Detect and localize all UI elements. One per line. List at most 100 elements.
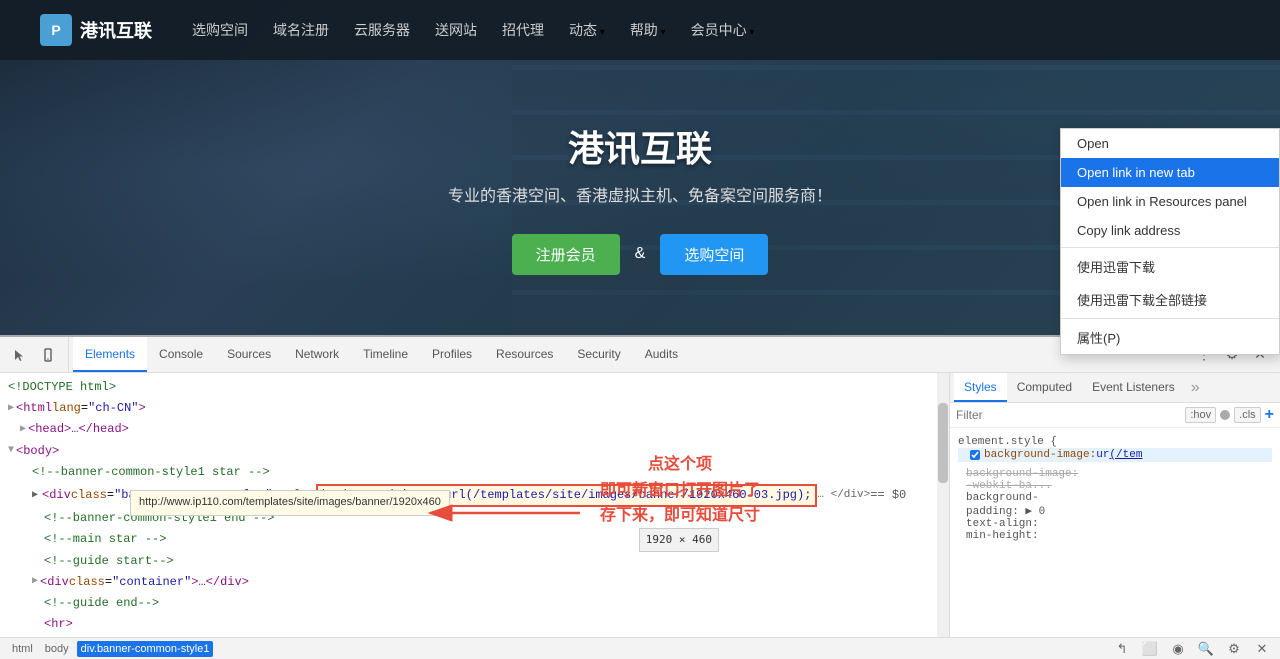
html-line-comment5[interactable]: <!--guide end--> (0, 593, 949, 614)
bottom-icon-5[interactable]: ⚙ (1224, 639, 1244, 659)
html-tag-close: > (138, 399, 145, 418)
bottom-icon-2[interactable]: ⬜ (1140, 639, 1160, 659)
bottom-icon-close[interactable]: ✕ (1252, 639, 1272, 659)
filter-cls-btn[interactable]: .cls (1234, 407, 1261, 423)
btn-separator: & (635, 245, 646, 263)
cursor-icon[interactable] (8, 343, 32, 367)
filter-plus-btn[interactable]: + (1265, 406, 1274, 424)
arrow-body[interactable]: ▼ (8, 443, 14, 459)
elements-scrollbar[interactable] (937, 373, 949, 637)
nav-link-1[interactable]: 域名注册 (273, 22, 329, 38)
tab-network[interactable]: Network (283, 337, 351, 372)
styles-tabs: Styles Computed Event Listeners » (950, 373, 1280, 403)
html-line-container1[interactable]: ▶ <div class="container" >…</div> (0, 572, 949, 593)
register-button[interactable]: 注册会员 (512, 234, 620, 275)
buy-button[interactable]: 选购空间 (660, 234, 768, 275)
mobile-icon[interactable] (36, 343, 60, 367)
tab-security[interactable]: Security (565, 337, 632, 372)
style-rule-bg-image[interactable]: background-image: ur(/tem (958, 448, 1272, 462)
arrow-div-banner[interactable]: ▶ (32, 488, 38, 504)
comment6: <!--hosting-list star --> (44, 636, 224, 637)
nav-item-0[interactable]: 选购空间 (192, 20, 248, 40)
devtools-panel: Elements Console Sources Network Timelin… (0, 335, 1280, 659)
hero-subtitle: 专业的香港空间、香港虚拟主机、免备案空间服务商！ (448, 184, 832, 210)
html-line-body[interactable]: ▼ <body> (0, 441, 949, 462)
container1-tag: <div (40, 573, 69, 592)
tab-timeline[interactable]: Timeline (351, 337, 420, 372)
style-background-section: background-image: -webkit-ba... backgrou… (958, 468, 1272, 542)
arrow-html[interactable]: ▶ (8, 401, 14, 417)
nav-link-2[interactable]: 云服务器 (354, 22, 410, 38)
nav-link-6[interactable]: 帮助 (630, 22, 658, 38)
nav-link-3[interactable]: 送网站 (435, 22, 477, 38)
tab-elements[interactable]: Elements (73, 337, 147, 372)
filter-hov-btn[interactable]: :hov (1185, 407, 1216, 423)
site-logo: P 港讯互联 (40, 14, 152, 46)
nav-item-1[interactable]: 域名注册 (273, 20, 329, 40)
hero-title: 港讯互联 (568, 120, 712, 172)
style-padding-prop[interactable]: padding: ▶ 0 (958, 504, 1272, 518)
site-navbar: P 港讯互联 选购空间 域名注册 云服务器 送网站 招代理 动态 帮助 会员中心 (0, 0, 1280, 60)
bottom-icon-3[interactable]: ◉ (1168, 639, 1188, 659)
style-minheight-prop[interactable]: min-height: (958, 530, 1272, 542)
nav-item-5[interactable]: 动态 (569, 20, 605, 40)
styles-tab-computed[interactable]: Computed (1007, 373, 1082, 402)
breadcrumb-div[interactable]: div.banner-common-style1 (77, 641, 214, 657)
nav-item-3[interactable]: 送网站 (435, 20, 477, 40)
html-line-comment4[interactable]: <!--guide start--> (0, 551, 949, 572)
style-val-bg: ur(/tem (1096, 449, 1142, 461)
comment4: <!--guide start--> (44, 552, 174, 571)
breadcrumb-body[interactable]: body (41, 641, 73, 657)
style-textalign-text: text-align: (966, 518, 1039, 530)
style-textalign-prop[interactable]: text-align: (958, 518, 1272, 530)
styles-tab-styles[interactable]: Styles (954, 373, 1007, 402)
style-bg-image-prop[interactable]: background-image: (958, 468, 1272, 480)
html-line-comment6[interactable]: <!--hosting-list star --> (0, 635, 949, 637)
tab-console[interactable]: Console (147, 337, 215, 372)
elements-panel[interactable]: <!DOCTYPE html> ▶ <html lang="ch-CN" > ▶… (0, 373, 950, 637)
nav-link-5[interactable]: 动态 (569, 22, 597, 38)
nav-link-0[interactable]: 选购空间 (192, 22, 248, 38)
container1-close: >…</div> (191, 573, 249, 592)
html-line-doctype[interactable]: <!DOCTYPE html> (0, 377, 949, 398)
style-webkit-striked: -webkit-ba... (966, 480, 1052, 492)
filter-dot[interactable] (1220, 410, 1230, 420)
bottom-icon-1[interactable]: ↰ (1112, 639, 1132, 659)
nav-item-4[interactable]: 招代理 (502, 20, 544, 40)
style-checkbox-bg[interactable] (970, 450, 980, 460)
elements-scrollbar-thumb[interactable] (938, 403, 948, 483)
html-lang-attr: lang="ch-CN" (52, 399, 138, 418)
nav-item-7[interactable]: 会员中心 (691, 20, 755, 40)
html-line-head[interactable]: ▶ <head>…</head> (0, 419, 949, 440)
nav-link-4[interactable]: 招代理 (502, 22, 544, 38)
html-line-comment3[interactable]: <!--main star --> (0, 529, 949, 550)
breadcrumb-html[interactable]: html (8, 641, 37, 657)
comment1: <!--banner-common-style1 star --> (32, 463, 270, 482)
tab-resources[interactable]: Resources (484, 337, 565, 372)
arrow-head[interactable]: ▶ (20, 422, 26, 438)
styles-tab-more[interactable]: » (1185, 373, 1206, 402)
tab-audits[interactable]: Audits (633, 337, 690, 372)
style-minheight-text: min-height: (966, 530, 1039, 542)
html-line-comment1[interactable]: <!--banner-common-style1 star --> (0, 462, 949, 483)
nav-item-6[interactable]: 帮助 (630, 20, 666, 40)
bottom-icon-4[interactable]: 🔍 (1196, 639, 1216, 659)
tab-profiles[interactable]: Profiles (420, 337, 484, 372)
tab-sources[interactable]: Sources (215, 337, 283, 372)
arrow-container1[interactable]: ▶ (32, 574, 38, 590)
html-line-hr[interactable]: <hr> (0, 614, 949, 635)
div-tag: <div (42, 486, 71, 505)
style-bg-image-striked: background-image: (966, 468, 1078, 480)
equals-dom: == $0 (870, 486, 906, 505)
styles-filter-input[interactable] (956, 408, 1181, 422)
style-prop-bg: background-image: (984, 449, 1096, 461)
html-line-html[interactable]: ▶ <html lang="ch-CN" > (0, 398, 949, 419)
style-webkit-prop[interactable]: -webkit-ba... (958, 480, 1272, 492)
styles-tab-event-listeners[interactable]: Event Listeners (1082, 373, 1185, 402)
devtools-body: <!DOCTYPE html> ▶ <html lang="ch-CN" > ▶… (0, 373, 1280, 637)
style-background-prop[interactable]: background- (958, 492, 1272, 504)
styles-filter: :hov .cls + (950, 403, 1280, 428)
nav-link-7[interactable]: 会员中心 (691, 22, 747, 38)
container1-class: class="container" (69, 573, 191, 592)
nav-item-2[interactable]: 云服务器 (354, 20, 410, 40)
